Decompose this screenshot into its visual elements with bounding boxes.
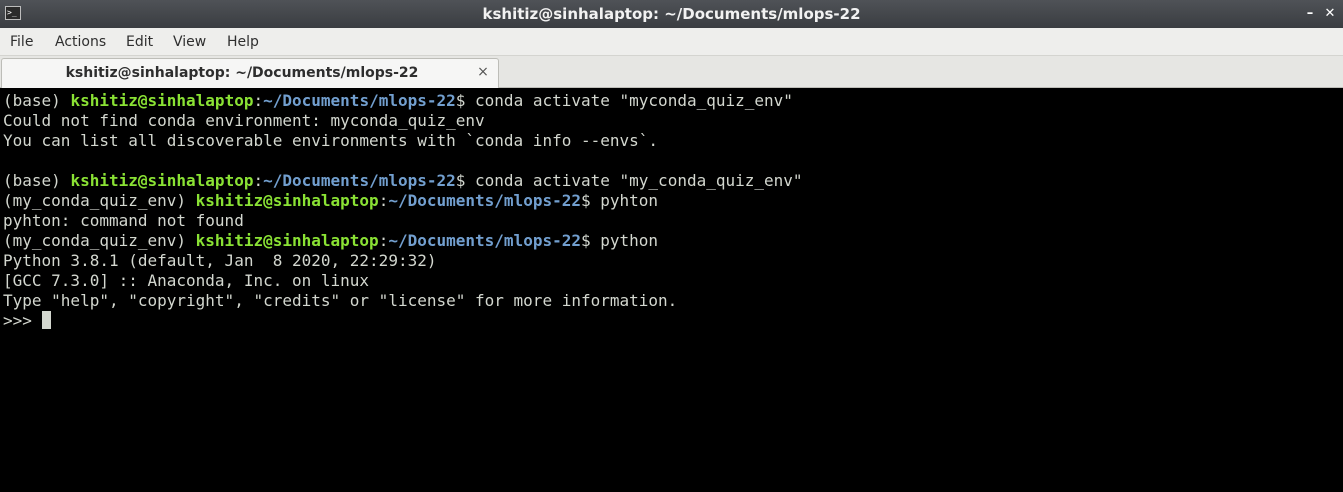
close-tab-icon[interactable]: × — [476, 65, 490, 79]
menu-view[interactable]: View — [171, 28, 208, 56]
prompt-line: (base) kshitiz@sinhalaptop:~/Documents/m… — [3, 91, 803, 111]
prompt-command: $ conda activate "my_conda_quiz_env" — [455, 171, 803, 190]
text-cursor — [41, 311, 51, 329]
tab-label: kshitiz@sinhalaptop: ~/Documents/mlops-2… — [65, 65, 419, 81]
prompt-env: (base) — [3, 91, 71, 110]
prompt-env: (base) — [3, 171, 71, 190]
menu-edit[interactable]: Edit — [124, 28, 155, 56]
window-title: kshitiz@sinhalaptop: ~/Documents/mlops-2… — [482, 5, 861, 23]
prompt-user-host: kshitiz@sinhalaptop — [195, 191, 379, 210]
output-line: Python 3.8.1 (default, Jan 8 2020, 22:29… — [3, 251, 437, 270]
prompt-path: ~/Documents/mlops-22 — [263, 171, 456, 190]
output-line: pyhton: command not found — [3, 211, 244, 230]
tab-bar: kshitiz@sinhalaptop: ~/Documents/mlops-2… — [0, 56, 1343, 88]
menu-bar: File Actions Edit View Help — [0, 28, 1343, 56]
output-line: Type "help", "copyright", "credits" or "… — [3, 291, 678, 310]
prompt-user-host: kshitiz@sinhalaptop — [195, 231, 379, 250]
prompt-line: (base) kshitiz@sinhalaptop:~/Documents/m… — [3, 171, 803, 191]
menu-help[interactable]: Help — [225, 28, 261, 56]
terminal-output[interactable]: (base) kshitiz@sinhalaptop:~/Documents/m… — [0, 89, 1343, 492]
terminal-tab[interactable]: kshitiz@sinhalaptop: ~/Documents/mlops-2… — [1, 58, 499, 88]
prompt-env: (my_conda_quiz_env) — [3, 231, 196, 250]
minimize-button[interactable]: – — [1302, 5, 1318, 23]
prompt-env: (my_conda_quiz_env) — [3, 191, 196, 210]
window-titlebar[interactable]: >_ kshitiz@sinhalaptop: ~/Documents/mlop… — [0, 0, 1343, 28]
output-line: Could not find conda environment: mycond… — [3, 111, 485, 130]
close-window-button[interactable]: ✕ — [1322, 5, 1338, 23]
prompt-path: ~/Documents/mlops-22 — [388, 231, 581, 250]
prompt-path: ~/Documents/mlops-22 — [263, 91, 456, 110]
prompt-path: ~/Documents/mlops-22 — [388, 191, 581, 210]
repl-prompt-line[interactable]: >>> — [3, 311, 803, 331]
menu-actions[interactable]: Actions — [53, 28, 108, 56]
menu-file[interactable]: File — [8, 28, 35, 56]
prompt-command: $ python — [580, 231, 659, 250]
prompt-separator: : — [378, 231, 389, 250]
prompt-separator: : — [378, 191, 389, 210]
terminal-lines: (base) kshitiz@sinhalaptop:~/Documents/m… — [3, 91, 803, 331]
prompt-command: $ pyhton — [580, 191, 659, 210]
prompt-command: $ conda activate "myconda_quiz_env" — [455, 91, 793, 110]
prompt-user-host: kshitiz@sinhalaptop — [70, 171, 254, 190]
repl-prompt: >>> — [3, 311, 42, 330]
prompt-user-host: kshitiz@sinhalaptop — [70, 91, 254, 110]
prompt-separator: : — [253, 91, 264, 110]
prompt-line: (my_conda_quiz_env) kshitiz@sinhalaptop:… — [3, 231, 803, 251]
prompt-separator: : — [253, 171, 264, 190]
prompt-line: (my_conda_quiz_env) kshitiz@sinhalaptop:… — [3, 191, 803, 211]
output-line: You can list all discoverable environmen… — [3, 131, 659, 150]
output-line: [GCC 7.3.0] :: Anaconda, Inc. on linux — [3, 271, 370, 290]
